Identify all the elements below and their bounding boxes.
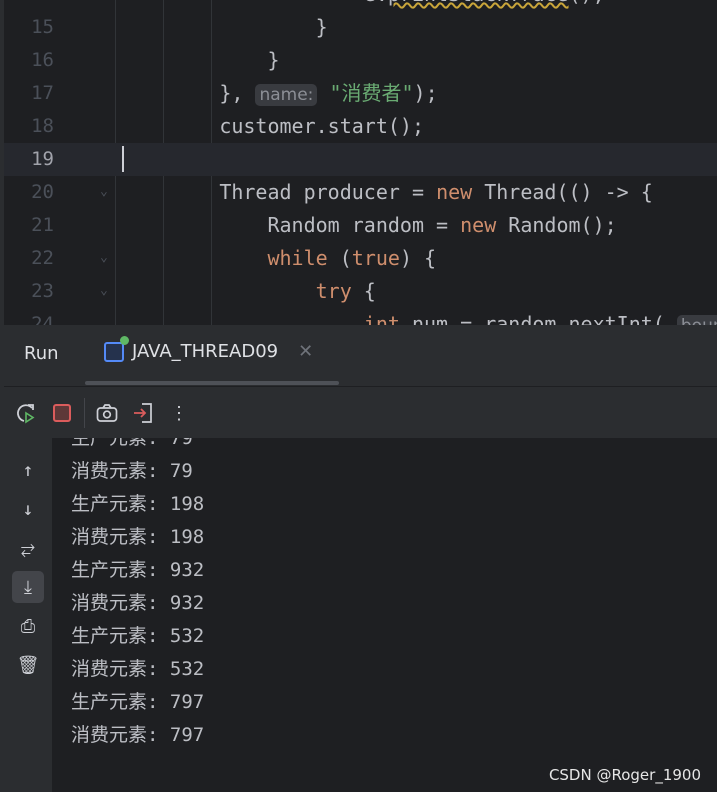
fold-chevron-icon[interactable]: ⌄ — [100, 250, 108, 265]
code-text: }, name: "消费者"); — [219, 77, 438, 112]
arrow-down-icon[interactable]: ↓ — [12, 493, 44, 525]
code-line[interactable]: 22 ⌄ while (true) { — [4, 242, 717, 275]
run-tool-window: Run JAVA_THREAD09 ✕ ⋮ ↑ ↓ ⥂ ⤓ ⎙ 🗑 生产元素: … — [0, 325, 717, 792]
code-token: true — [351, 246, 400, 270]
print-icon[interactable]: ⎙ — [12, 610, 44, 642]
code-line[interactable]: 15} — [4, 11, 717, 44]
code-token: (); — [569, 0, 605, 6]
line-number: 17 — [31, 82, 54, 104]
exit-icon[interactable] — [125, 395, 161, 431]
stop-icon[interactable] — [44, 395, 80, 431]
camera-icon[interactable] — [89, 395, 125, 431]
console-side-toolbar: ↑ ↓ ⥂ ⤓ ⎙ 🗑 — [4, 438, 52, 792]
code-text: Thread producer = new Thread(() -> { — [219, 176, 653, 209]
line-number: 21 — [31, 214, 54, 236]
code-token: while — [267, 246, 328, 270]
console-line: 生产元素: 79 — [71, 438, 193, 449]
code-token: int — [363, 312, 400, 325]
fold-chevron-icon[interactable]: ⌄ — [100, 283, 108, 298]
code-token: ) { — [399, 246, 437, 270]
line-number: 23 — [31, 280, 54, 302]
console-line: 生产元素: 932 — [71, 559, 205, 581]
code-line[interactable]: 21 Random random = new Random(); — [4, 209, 717, 242]
fold-chevron-icon[interactable]: ⌄ — [100, 184, 108, 199]
console-line: 消费元素: 932 — [71, 592, 205, 614]
console-line: 生产元素: 797 — [71, 691, 205, 713]
code-text: } — [316, 11, 328, 44]
line-number: 15 — [31, 16, 54, 38]
code-text: Random random = new Random(); — [267, 209, 616, 242]
line-number: 20 — [31, 181, 54, 203]
code-token: new — [460, 213, 497, 237]
code-token: e. — [364, 0, 388, 6]
code-token: Thread producer = — [219, 180, 437, 204]
code-text: try { — [316, 275, 376, 308]
code-text: } — [267, 44, 279, 77]
code-token: } — [267, 48, 280, 72]
arrow-up-icon[interactable]: ↑ — [12, 454, 44, 486]
code-token: Thread(() -> { — [472, 180, 653, 204]
code-line[interactable]: 20 ⌄ Thread producer = new Thread(() -> { — [4, 176, 717, 209]
code-editor[interactable]: 14e.printStackTrace();15}16}17}, name: "… — [0, 0, 717, 325]
line-number: 18 — [31, 115, 54, 137]
watermark: CSDN @Roger_1900 — [548, 766, 701, 784]
more-icon[interactable]: ⋮ — [161, 395, 197, 431]
console-line: 生产元素: 198 — [71, 493, 205, 515]
console-line: 消费元素: 79 — [71, 460, 193, 482]
code-text: int num = random.nextInt( bound: — [364, 308, 717, 325]
console-line: 消费元素: 797 — [71, 724, 205, 746]
code-token: } — [315, 15, 328, 39]
text-caret — [122, 146, 124, 172]
code-line[interactable]: 16} — [4, 44, 717, 77]
line-number: 19 — [31, 148, 54, 170]
rerun-icon[interactable] — [8, 395, 44, 431]
code-token: ); — [413, 81, 438, 105]
code-line[interactable]: 23 ⌄ try { — [4, 275, 717, 308]
run-panel-title: Run — [24, 343, 59, 364]
scroll-to-end-icon[interactable]: ⤓ — [12, 571, 44, 603]
code-token: Random random = — [267, 213, 461, 237]
code-token: printStackTrace — [388, 0, 569, 6]
active-tab-indicator — [85, 381, 339, 385]
application-running-icon — [104, 335, 129, 362]
line-number: 14 — [4, 0, 54, 11]
code-line[interactable]: 19 — [4, 143, 717, 176]
code-token: try — [315, 279, 352, 303]
code-text: e.printStackTrace(); — [364, 0, 605, 11]
line-number: 16 — [31, 49, 54, 71]
soft-wrap-icon[interactable]: ⥂ — [12, 532, 44, 564]
code-token: "消费者" — [329, 81, 414, 105]
code-text: customer.start(); — [219, 110, 424, 143]
code-token: { — [351, 279, 376, 303]
toolbar-divider — [84, 398, 85, 428]
code-token: num = random.nextInt( — [399, 312, 677, 325]
line-number: 22 — [31, 247, 54, 269]
tab-java-thread09[interactable]: JAVA_THREAD09 ✕ — [104, 335, 313, 362]
tab-label: JAVA_THREAD09 — [132, 341, 279, 362]
console-line: 消费元素: 532 — [71, 658, 205, 680]
code-token: ( — [327, 246, 352, 270]
run-toolbar: ⋮ — [4, 388, 717, 438]
parameter-hint: bound: — [676, 315, 717, 325]
parameter-hint: name: — [255, 84, 318, 106]
console-line: 消费元素: 198 — [71, 526, 205, 548]
run-tab-bar: Run JAVA_THREAD09 ✕ — [4, 325, 717, 387]
code-line[interactable]: 14 e.printStackTrace(); — [4, 0, 717, 11]
code-line[interactable]: 17}, name: "消费者"); — [4, 77, 717, 110]
code-text: while (true) { — [267, 242, 436, 275]
code-token: new — [436, 180, 473, 204]
close-tab-icon[interactable]: ✕ — [298, 341, 313, 362]
code-token: Random(); — [496, 213, 617, 237]
line-number: 24 — [31, 313, 54, 325]
console-output[interactable]: 生产元素: 79 消费元素: 79 生产元素: 198 消费元素: 198 生产元素: … — [52, 438, 717, 792]
console-line: 生产元素: 532 — [71, 625, 205, 647]
code-line[interactable]: 18 customer.start(); — [4, 110, 717, 143]
code-token: }, — [219, 81, 256, 105]
code-token: customer.start(); — [219, 114, 425, 138]
trash-icon[interactable]: 🗑 — [12, 649, 44, 681]
code-line[interactable]: 24 int num = random.nextInt( bound: — [4, 308, 717, 325]
